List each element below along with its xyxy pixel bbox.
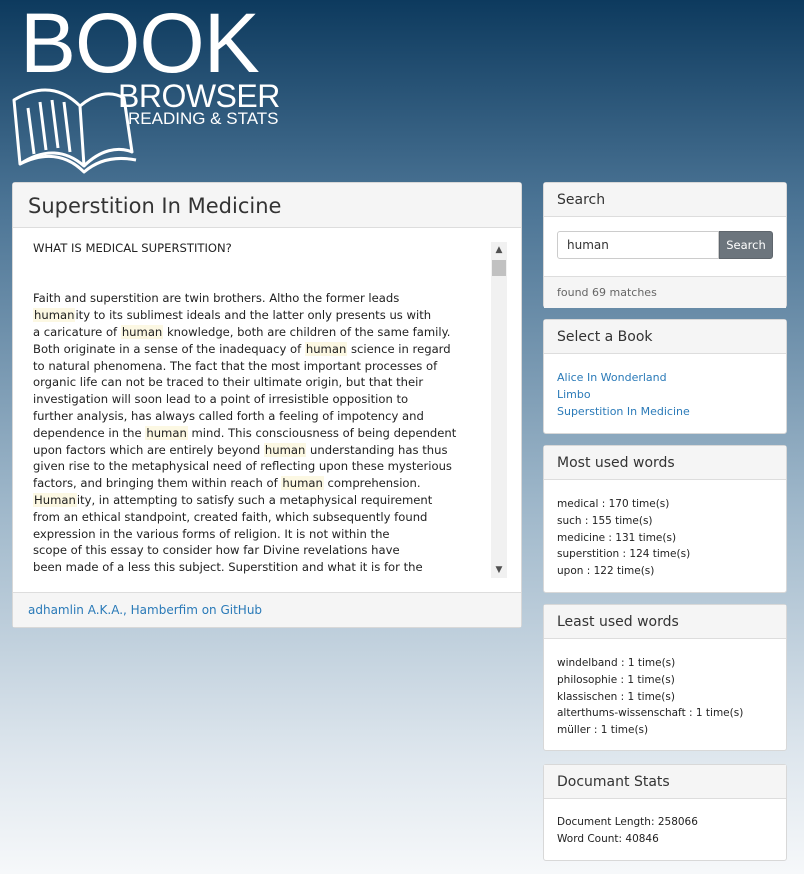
text-line: investigation will soon lead to a point … bbox=[33, 391, 493, 408]
text-line: been made of a less this subject. Supers… bbox=[33, 559, 493, 576]
text-line: factors, and bringing them within reach … bbox=[33, 475, 493, 492]
book-link-limbo[interactable]: Limbo bbox=[557, 386, 773, 403]
list-item: klassischen : 1 time(s) bbox=[557, 690, 675, 703]
most-used-panel: Most used words medical : 170 time(s) su… bbox=[543, 445, 787, 593]
text-segment: Both originate in a sense of the inadequ… bbox=[33, 341, 305, 356]
text-line bbox=[33, 274, 493, 291]
text-segment: scope of this essay to consider how far … bbox=[33, 543, 400, 558]
document-stats-title: Documant Stats bbox=[544, 765, 786, 799]
search-highlight: human bbox=[33, 308, 76, 323]
text-segment: a caricature of bbox=[33, 324, 121, 339]
list-item: superstition : 124 time(s) bbox=[557, 548, 691, 561]
text-line: given rise to the metaphysical need of r… bbox=[33, 458, 493, 475]
open-book-icon bbox=[12, 88, 137, 174]
text-segment: to natural phenomena. The fact that the … bbox=[33, 358, 438, 373]
search-highlight: human bbox=[304, 341, 348, 356]
text-segment: given rise to the metaphysical need of r… bbox=[33, 459, 452, 474]
list-item: müller : 1 time(s) bbox=[557, 724, 649, 737]
github-link[interactable]: adhamlin A.K.A., Hamberfim on GitHub bbox=[13, 592, 521, 627]
most-used-title: Most used words bbox=[544, 446, 786, 480]
search-button[interactable]: Search bbox=[719, 231, 773, 259]
text-segment: dependence in the bbox=[33, 425, 146, 440]
select-book-title: Select a Book bbox=[544, 320, 786, 354]
book-link-superstition[interactable]: Superstition In Medicine bbox=[557, 403, 773, 420]
text-line: WHAT IS MEDICAL SUPERSTITION? bbox=[33, 240, 493, 257]
text-segment: WHAT IS MEDICAL SUPERSTITION? bbox=[33, 241, 232, 255]
list-item: upon : 122 time(s) bbox=[557, 565, 655, 578]
scroll-up-icon[interactable]: ▲ bbox=[491, 242, 507, 258]
text-line: to natural phenomena. The fact that the … bbox=[33, 358, 493, 375]
scrollbar[interactable]: ▲ ▼ bbox=[491, 242, 507, 578]
book-text-area[interactable]: WHAT IS MEDICAL SUPERSTITION? Faith and … bbox=[13, 228, 521, 592]
least-used-title: Least used words bbox=[544, 605, 786, 639]
list-item: medical : 170 time(s) bbox=[557, 498, 670, 510]
text-segment: further analysis, has always called fort… bbox=[33, 408, 424, 423]
list-item: philosophie : 1 time(s) bbox=[557, 673, 675, 686]
book-panel: Superstition In Medicine WHAT IS MEDICAL… bbox=[12, 182, 522, 628]
text-line: humanity to its sublimest ideals and the… bbox=[33, 307, 493, 324]
text-line: from an ethical standpoint, created fait… bbox=[33, 509, 493, 526]
text-segment: comprehension. bbox=[323, 476, 421, 491]
scroll-down-icon[interactable]: ▼ bbox=[491, 562, 507, 578]
book-text: WHAT IS MEDICAL SUPERSTITION? Faith and … bbox=[33, 240, 493, 580]
logo-book-text: BOOK bbox=[20, 0, 260, 90]
text-segment: ity, in attempting to satisfy such a met… bbox=[76, 492, 433, 507]
text-segment: understanding has thus bbox=[306, 442, 448, 457]
logo-tagline: READING & STATS bbox=[128, 109, 279, 128]
text-segment: from an ethical standpoint, created fait… bbox=[33, 509, 428, 524]
search-result-count: found 69 matches bbox=[544, 276, 786, 308]
text-line: scope of this essay to consider how far … bbox=[33, 542, 493, 559]
text-segment: Faith and superstition are twin brothers… bbox=[33, 291, 400, 306]
search-title: Search bbox=[544, 183, 786, 217]
text-line: Humanity, in attempting to satisfy such … bbox=[33, 492, 493, 509]
list-item: alterthums-wissenschaft : 1 time(s) bbox=[557, 707, 744, 720]
text-line: Both originate in a sense of the inadequ… bbox=[33, 341, 493, 358]
scroll-thumb[interactable] bbox=[492, 260, 506, 276]
search-highlight: human bbox=[145, 425, 188, 440]
least-used-panel: Least used words windelband : 1 time(s) … bbox=[543, 604, 787, 751]
text-segment: been made of a less this subject. Supers… bbox=[33, 560, 423, 575]
text-line: expression in the various forms of relig… bbox=[33, 526, 493, 543]
search-highlight: Human bbox=[33, 492, 77, 507]
text-segment: organic life can not be traced to their … bbox=[33, 375, 424, 390]
book-title: Superstition In Medicine bbox=[13, 183, 521, 228]
word-count: Word Count: 40846 bbox=[557, 832, 659, 845]
text-segment: ity to its sublimest ideals and the latt… bbox=[75, 308, 432, 323]
text-segment: science in regard bbox=[347, 341, 451, 356]
text-segment: upon factors which are entirely beyond bbox=[33, 442, 264, 457]
text-line bbox=[33, 257, 493, 274]
app-logo: BOOK BROWSER READING & STATS bbox=[10, 0, 290, 174]
text-line: further analysis, has always called fort… bbox=[33, 408, 493, 425]
text-line: organic life can not be traced to their … bbox=[33, 374, 493, 391]
select-book-panel: Select a Book Alice In Wonderland Limbo … bbox=[543, 319, 787, 434]
text-segment: expression in the various forms of relig… bbox=[33, 526, 390, 541]
text-line: Faith and superstition are twin brothers… bbox=[33, 290, 493, 307]
search-input[interactable] bbox=[557, 231, 719, 259]
text-segment: factors, and bringing them within reach … bbox=[33, 476, 282, 491]
book-link-alice[interactable]: Alice In Wonderland bbox=[557, 369, 773, 386]
document-length: Document Length: 258066 bbox=[557, 816, 698, 828]
list-item: windelband : 1 time(s) bbox=[557, 657, 676, 669]
text-segment: mind. This consciousness of being depend… bbox=[187, 425, 457, 440]
list-item: such : 155 time(s) bbox=[557, 514, 653, 527]
search-panel: Search Search found 69 matches bbox=[543, 182, 787, 308]
document-stats-panel: Documant Stats Document Length: 258066 W… bbox=[543, 764, 787, 861]
search-highlight: human bbox=[120, 324, 164, 339]
text-line: a caricature of human knowledge, both ar… bbox=[33, 324, 493, 341]
list-item: medicine : 131 time(s) bbox=[557, 531, 677, 544]
text-line: upon factors which are entirely beyond h… bbox=[33, 442, 493, 459]
search-highlight: human bbox=[263, 442, 307, 457]
text-segment: knowledge, both are children of the same… bbox=[163, 324, 451, 339]
text-line: dependence in the human mind. This consc… bbox=[33, 425, 493, 442]
search-highlight: human bbox=[281, 476, 324, 491]
text-segment: investigation will soon lead to a point … bbox=[33, 392, 409, 407]
